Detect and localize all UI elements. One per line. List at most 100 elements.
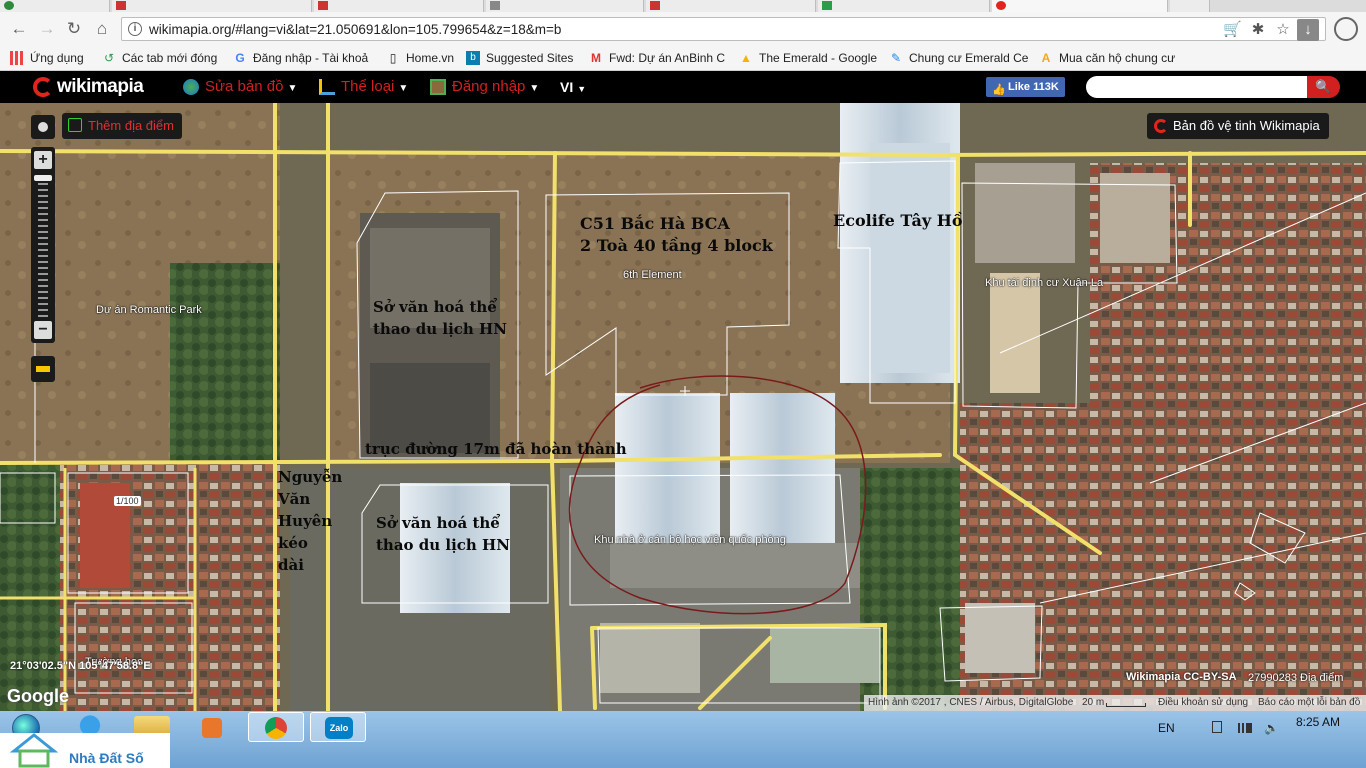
- globe-pencil-icon: [183, 79, 199, 95]
- annotation-truc-duong: trục đường 17m đã hoàn thành: [365, 440, 627, 458]
- bookmark-google-login[interactable]: G Đăng nhập - Tài khoả: [233, 50, 368, 66]
- download-icon[interactable]: ↓: [1297, 19, 1319, 41]
- ruler-button[interactable]: [31, 356, 55, 382]
- bookmark-emerald[interactable]: ✎ Chung cư Emerald Ce: [889, 50, 1028, 66]
- zoom-in-button[interactable]: +: [34, 151, 52, 169]
- satellite-map-button[interactable]: Bản đồ vệ tinh Wikimapia: [1147, 113, 1329, 139]
- wikimapia-logo[interactable]: wikimapia: [33, 76, 144, 98]
- bookmark-gmail[interactable]: M Fwd: Dự án AnBinh C: [589, 50, 725, 66]
- place-count: 27990283 Địa điểm: [1248, 672, 1344, 684]
- browser-tab[interactable]: [646, 0, 816, 12]
- chrome-taskbar-icon[interactable]: [248, 712, 304, 742]
- apps-grid-icon: [10, 51, 24, 65]
- license-link[interactable]: Wikimapia CC-BY-SA: [1126, 671, 1237, 683]
- zalo-logo-icon: Zalo: [325, 717, 353, 739]
- search-icon: 🔍: [1315, 79, 1332, 94]
- annotation-so-van-hoa-2-line1: Sở văn hoá thể: [376, 514, 500, 532]
- address-bar[interactable]: i wikimapia.org/#lang=vi&lat=21.050691&l…: [121, 17, 1326, 41]
- bookmark-google-drive[interactable]: ▲ The Emerald - Google: [739, 50, 877, 66]
- zalo-taskbar-icon[interactable]: Zalo: [310, 712, 366, 742]
- tab-favicon-icon: [822, 1, 832, 10]
- zoom-slider-track[interactable]: [38, 177, 48, 317]
- satellite-map[interactable]: Dự án Romantic Park 6th Element Khu tái …: [0, 103, 1366, 711]
- extension-icon[interactable]: ✱: [1249, 21, 1267, 39]
- media-player-icon[interactable]: [186, 712, 242, 742]
- bookmark-apps[interactable]: Ứng dụng: [10, 50, 84, 66]
- add-place-icon: [68, 118, 82, 132]
- place-label-khu-nha-o[interactable]: Khu nhà ở cán bộ học viện quốc phòng: [594, 534, 786, 546]
- bookmark-recent-tabs[interactable]: ↺ Các tab mới đóng: [102, 50, 217, 66]
- zoom-slider-handle[interactable]: [34, 175, 52, 181]
- cart-extension-icon[interactable]: 🛒: [1223, 21, 1242, 39]
- wikimapia-logo-icon: [33, 77, 53, 97]
- browser-tab[interactable]: [818, 0, 990, 12]
- back-arrow-icon[interactable]: ←: [8, 18, 30, 40]
- chevron-down-icon: ▼: [577, 84, 587, 94]
- star-bookmark-icon[interactable]: ☆: [1274, 21, 1292, 39]
- place-label-6th-element[interactable]: 6th Element: [623, 269, 682, 281]
- browser-tab[interactable]: [0, 0, 110, 12]
- browser-tab[interactable]: [112, 0, 312, 12]
- reload-icon[interactable]: ↻: [63, 18, 85, 40]
- zoom-control: + −: [31, 147, 55, 343]
- bookmarks-bar: Ứng dụng ↺ Các tab mới đóng G Đăng nhập - …: [0, 45, 1366, 71]
- new-tab-button[interactable]: [1170, 0, 1210, 12]
- forward-arrow-icon[interactable]: →: [36, 18, 58, 40]
- place-label-khu-tai-dinh-cu[interactable]: Khu tái định cư Xuân La: [985, 277, 1103, 289]
- bookmark-mua-can-ho[interactable]: A Mua căn hộ chung cư: [1039, 50, 1175, 66]
- drive-icon: ▲: [740, 51, 752, 65]
- speaker-icon[interactable]: 🔈: [1264, 721, 1279, 735]
- tab-favicon-icon: [650, 1, 660, 10]
- facebook-like-button[interactable]: 👍 Like 113K: [986, 77, 1065, 97]
- chevron-down-icon: ▼: [529, 83, 540, 94]
- info-icon[interactable]: i: [128, 22, 142, 36]
- history-icon: ↺: [103, 51, 115, 65]
- search-button[interactable]: 🔍: [1307, 76, 1340, 98]
- place-marker-1100[interactable]: 1/100: [114, 496, 141, 506]
- watermark-text: Nhà Đất Số: [69, 750, 144, 766]
- report-error-link[interactable]: Báo cáo một lỗi bản đồ: [1258, 695, 1360, 711]
- page-icon: ▯: [389, 51, 397, 65]
- browser-toolbar: ← → ↻ ⌂ i wikimapia.org/#lang=vi&lat=21.…: [0, 12, 1366, 45]
- menu-categories[interactable]: Thể loại ▼: [319, 77, 408, 99]
- annotation-nguyen-van-huyen-1: Nguyễn: [278, 468, 343, 486]
- bookmark-home-vn[interactable]: ▯ Home.vn: [386, 50, 454, 66]
- profile-icon[interactable]: [1334, 17, 1358, 41]
- thumbs-up-icon: 👍: [992, 84, 1006, 96]
- google-icon: G: [235, 51, 245, 65]
- tab-favicon-icon: [4, 1, 14, 10]
- search-input[interactable]: [1086, 76, 1308, 98]
- satellite-imagery: [0, 103, 1366, 711]
- bing-icon: b: [466, 51, 480, 65]
- add-place-button[interactable]: Thêm địa điểm: [62, 113, 182, 139]
- network-icon[interactable]: [1238, 723, 1252, 733]
- input-language[interactable]: EN: [1158, 721, 1175, 735]
- browser-tab[interactable]: [486, 0, 644, 12]
- annotation-nguyen-van-huyen-4: kéo: [278, 534, 308, 552]
- bookmark-suggested-sites[interactable]: b Suggested Sites: [466, 50, 573, 66]
- place-label-romantic-park[interactable]: Dự án Romantic Park: [96, 304, 202, 316]
- menu-edit-map[interactable]: Sửa bản đồ ▼: [183, 77, 297, 99]
- clock[interactable]: 8:25 AM: [1296, 715, 1340, 729]
- usb-icon[interactable]: [1212, 721, 1222, 733]
- zoom-out-button[interactable]: −: [34, 321, 52, 339]
- tab-favicon-icon: [490, 1, 500, 10]
- terms-link[interactable]: Điều khoản sử dụng: [1158, 695, 1248, 711]
- scale-bar: [1106, 703, 1146, 707]
- tab-strip: [0, 0, 1366, 12]
- home-icon[interactable]: ⌂: [91, 18, 113, 40]
- language-selector[interactable]: VI ▼: [560, 77, 586, 99]
- annotation-so-van-hoa-1-line1: Sở văn hoá thể: [373, 298, 497, 316]
- browser-tab-active[interactable]: [992, 0, 1168, 12]
- location-dot-icon: [38, 122, 48, 132]
- login-door-icon: [430, 79, 446, 95]
- browser-tab[interactable]: [314, 0, 484, 12]
- annotation-c51-line1: C51 Bắc Hà BCA: [580, 214, 730, 233]
- annotation-nguyen-van-huyen-2: Văn: [278, 490, 311, 508]
- my-location-button[interactable]: [31, 115, 55, 139]
- annotation-ecolife: Ecolife Tây Hồ: [833, 211, 963, 230]
- url-text: wikimapia.org/#lang=vi&lat=21.050691&lon…: [149, 22, 562, 37]
- imagery-attribution: Hình ảnh ©2017 , CNES / Airbus, DigitalG…: [868, 697, 1074, 708]
- google-logo: Google: [7, 686, 69, 706]
- menu-login[interactable]: Đăng nhập ▼: [430, 77, 539, 99]
